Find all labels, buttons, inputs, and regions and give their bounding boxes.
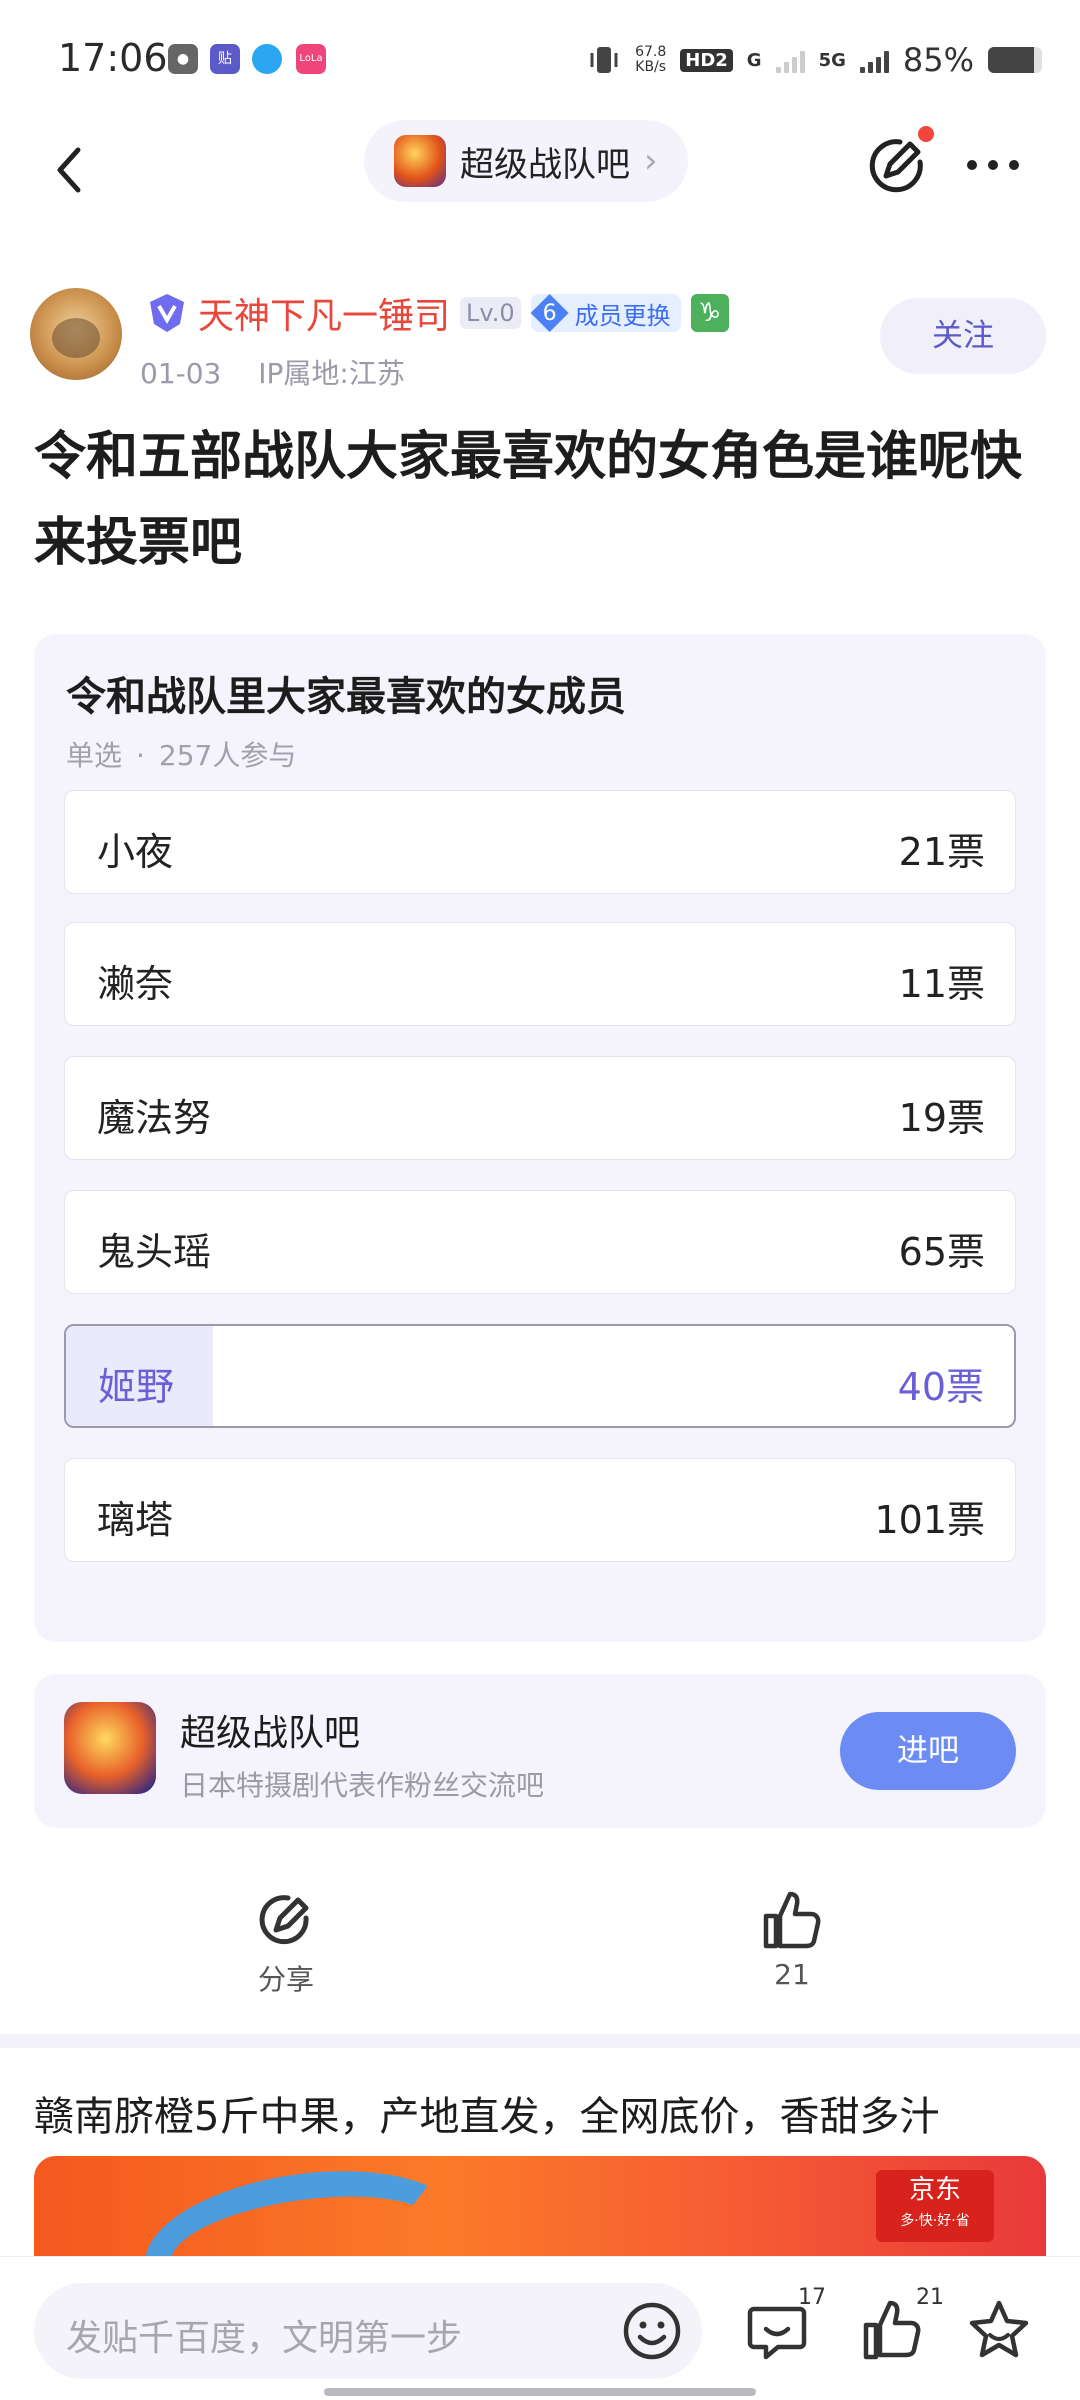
forum-desc: 日本特摄剧代表作粉丝交流吧 — [180, 1769, 545, 1802]
post-date: 01-03 — [140, 357, 222, 390]
signal-b-icon — [859, 47, 889, 73]
forum-logo-small — [394, 135, 446, 187]
poll-option-votes: 21票 — [898, 830, 985, 874]
hd-tag: HD2 — [680, 48, 733, 72]
qq-icon — [252, 44, 282, 74]
ad-brand: 京东 — [908, 2175, 961, 2205]
network-gen-a: G — [746, 49, 762, 71]
notification-dot — [918, 126, 934, 142]
poll-option-label: 濑奈 — [97, 962, 174, 1006]
poll-option-votes: 101票 — [874, 1498, 985, 1542]
poll-option[interactable]: 小夜 21票 — [64, 790, 1016, 894]
poll-type: 单选 — [66, 739, 123, 772]
enter-forum-button[interactable]: 进吧 — [840, 1712, 1016, 1790]
zodiac-icon: ♑ — [690, 294, 729, 332]
post-title: 令和五部战队大家最喜欢的女角色是谁呢快来投票吧 — [34, 427, 1023, 573]
ip-location: IP属地:江苏 — [258, 357, 405, 390]
poll-option-selected[interactable]: 姬野 40票 — [64, 1324, 1016, 1428]
net-speed-value: 67.8 — [635, 44, 667, 60]
forum-name: 超级战队吧 — [180, 1713, 361, 1754]
poll-option-label: 魔法努 — [97, 1096, 212, 1140]
forum-pill[interactable]: 超级战队吧 › — [364, 120, 688, 202]
member-badge[interactable]: 6 成员更换 — [530, 294, 681, 332]
nav-forum-name: 超级战队吧 — [460, 144, 630, 185]
poll-option[interactable]: 濑奈 11票 — [64, 922, 1016, 1026]
bottom-like-count: 21 — [916, 2285, 944, 2310]
poll-option-votes: 40票 — [897, 1365, 984, 1409]
home-indicator[interactable] — [324, 2388, 756, 2396]
status-time: 17:06 — [58, 36, 168, 80]
share-label: 分享 — [257, 1963, 314, 1996]
vibrate-icon — [590, 47, 618, 73]
share-icon — [259, 1895, 309, 1945]
status-bar: 17:06 ● 贴 LoLa 67.8 KB/s HD2 G 5G 85% — [0, 0, 1080, 120]
nav-bar: 超级战队吧 › — [0, 120, 1080, 220]
follow-button[interactable]: 关注 — [880, 298, 1046, 374]
net-speed: 67.8 KB/s — [635, 45, 666, 75]
poll-option-label: 璃塔 — [97, 1498, 174, 1542]
ad-slogan: 多·快·好·省 — [900, 2213, 970, 2229]
poll-title: 令和战队里大家最喜欢的女成员 — [66, 674, 626, 720]
network-gen-b: 5G — [818, 49, 846, 71]
forum-card[interactable]: 超级战队吧 日本特摄剧代表作粉丝交流吧 进吧 — [34, 1674, 1046, 1828]
poll-option-votes: 19票 — [898, 1096, 985, 1140]
poll-option-votes: 65票 — [898, 1230, 985, 1274]
author-meta: 01-03 IP属地:江苏 — [140, 352, 433, 392]
author-name[interactable]: 天神下凡一锤司 — [198, 287, 450, 339]
back-arrow-icon[interactable] — [40, 138, 100, 202]
signal-a-icon — [775, 47, 805, 73]
share-action[interactable]: 分享 — [226, 1888, 346, 1998]
poll-meta: 单选 · 257人参与 — [66, 739, 297, 772]
more-icon[interactable] — [958, 140, 1028, 190]
forum-logo — [64, 1702, 156, 1794]
comment-input[interactable]: 发贴千百度，文明第一步 — [34, 2283, 702, 2379]
section-divider — [0, 2034, 1080, 2048]
poll-option-label: 小夜 — [97, 830, 174, 874]
author-line: 天神下凡一锤司 Lv.0 6 成员更换 ♑ — [146, 287, 729, 339]
poll-option-votes: 11票 — [898, 962, 985, 1006]
poll-option-label: 鬼头瑶 — [97, 1230, 212, 1274]
ad-title[interactable]: 赣南脐橙5斤中果，产地直发，全网底价，香甜多汁 — [34, 2084, 939, 2142]
ad-decoration — [135, 2156, 473, 2256]
bottom-bar: 发贴千百度，文明第一步 17 21 — [0, 2256, 1080, 2400]
status-right: 67.8 KB/s HD2 G 5G 85% — [587, 36, 1042, 84]
poll-option-label: 姬野 — [98, 1365, 175, 1409]
ad-banner[interactable]: 京东 多·快·好·省 — [34, 2156, 1046, 2256]
poll-option[interactable]: 璃塔 101票 — [64, 1458, 1016, 1562]
vip-badge-icon — [150, 294, 184, 332]
chevron-right-icon: › — [644, 141, 658, 181]
member-level: 6 — [530, 294, 569, 332]
poll-card: 令和战队里大家最喜欢的女成员 单选 · 257人参与 小夜 21票 濑奈 11票 魔… — [34, 634, 1046, 1642]
jd-logo: 京东 多·快·好·省 — [876, 2170, 994, 2242]
poll-option[interactable]: 魔法努 19票 — [64, 1056, 1016, 1160]
star-icon[interactable] — [964, 2295, 1034, 2365]
like-action[interactable]: 21 — [732, 1888, 852, 1998]
net-speed-unit: KB/s — [635, 59, 667, 75]
member-label: 成员更换 — [574, 301, 671, 330]
poll-option[interactable]: 鬼头瑶 65票 — [64, 1190, 1016, 1294]
tieba-icon: 贴 — [210, 44, 240, 74]
thumbs-up-icon — [763, 1891, 821, 1949]
lofter-icon: LoLa — [296, 44, 326, 74]
battery-percent: 85% — [902, 41, 974, 79]
battery-icon — [988, 47, 1042, 73]
comment-count: 17 — [798, 2285, 826, 2310]
wechat-icon: ● — [168, 44, 198, 74]
emoji-icon[interactable] — [620, 2299, 684, 2363]
poll-participants: 257人参与 — [158, 739, 297, 772]
level-badge: Lv.0 — [460, 297, 521, 329]
comment-placeholder: 发贴千百度，文明第一步 — [66, 2318, 463, 2359]
like-count: 21 — [774, 1958, 810, 1991]
author-avatar[interactable] — [30, 288, 122, 380]
